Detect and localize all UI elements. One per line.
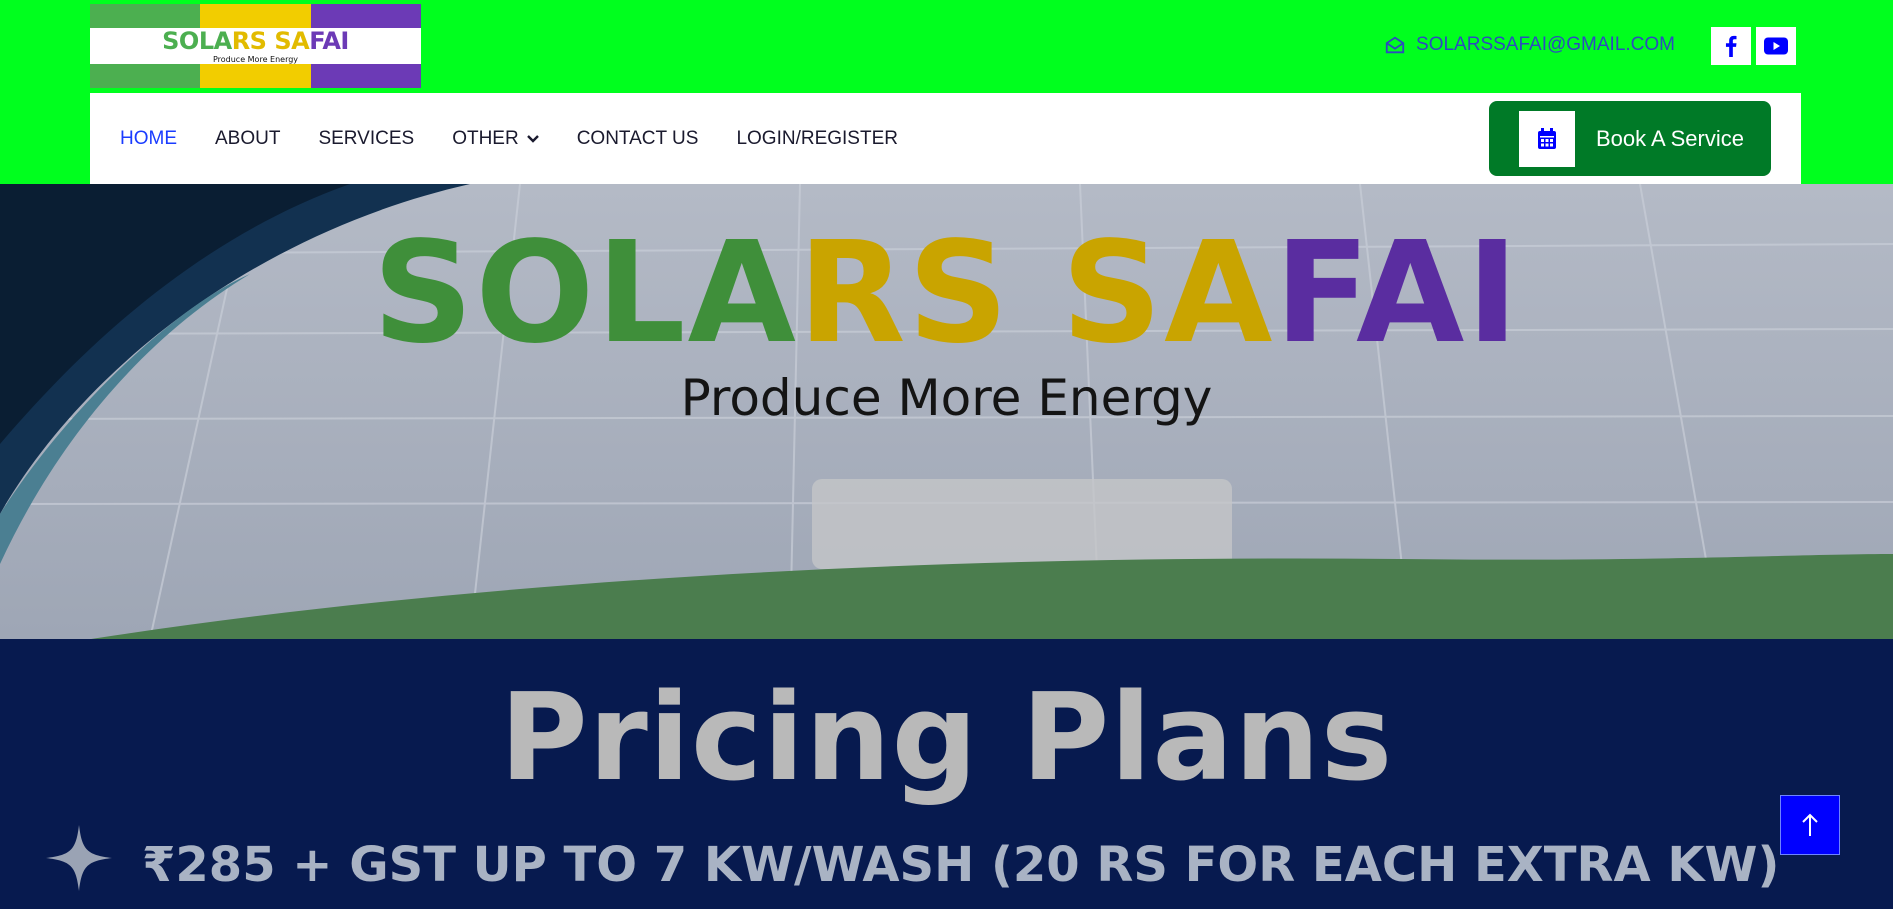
hero-banner: SOLARS SAFAI Produce More Energy: [0, 184, 1893, 639]
book-service-label: Book A Service: [1596, 125, 1744, 151]
book-service-button[interactable]: Book A Service: [1489, 101, 1771, 176]
nav-item-login-register[interactable]: LOGIN/REGISTER: [736, 128, 898, 150]
arrow-up-icon: [1802, 813, 1818, 836]
nav-item-other-label: OTHER: [452, 127, 519, 149]
hero-tagline: Produce More Energy: [680, 369, 1213, 427]
youtube-link[interactable]: [1756, 27, 1796, 65]
logo-wordmark: SOLARS SAFAI: [162, 26, 349, 55]
main-navigation: HOME ABOUT SERVICES OTHER CONTACT US LOG…: [90, 93, 1801, 184]
nav-item-home[interactable]: HOME: [120, 128, 177, 150]
email-text[interactable]: SOLARSSAFAI@GMAIL.COM: [1416, 34, 1675, 56]
envelope-open-icon: [1385, 36, 1405, 54]
logo-color-bar-top: [90, 4, 421, 28]
nav-item-contact-us[interactable]: CONTACT US: [577, 128, 699, 150]
logo-tagline: Produce More Energy: [212, 54, 299, 64]
calendar-icon-box: [1519, 110, 1575, 167]
logo-color-bar-bottom: [90, 64, 421, 88]
site-logo[interactable]: SOLARS SAFAI Produce More Energy: [90, 4, 421, 88]
hero-brand-name: SOLARS SAFAI: [372, 212, 1521, 375]
chevron-down-icon: [526, 135, 539, 143]
top-header: SOLARS SAFAI Produce More Energy SOLARSS…: [0, 0, 1893, 184]
pricing-section: Pricing Plans ₹285 + GST UP TO 7 KW/WASH…: [0, 639, 1893, 909]
facebook-icon: [1725, 35, 1737, 57]
sparkle-icon: [46, 825, 112, 891]
scroll-to-top-button[interactable]: [1780, 795, 1840, 855]
nav-menu: HOME ABOUT SERVICES OTHER CONTACT US LOG…: [120, 93, 898, 184]
nav-item-about[interactable]: ABOUT: [215, 128, 280, 150]
pricing-plan-line: ₹285 + GST UP TO 7 KW/WASH (20 RS FOR EA…: [142, 837, 1780, 893]
nav-item-services[interactable]: SERVICES: [318, 128, 414, 150]
nav-item-other[interactable]: OTHER: [452, 128, 539, 150]
header-email[interactable]: SOLARSSAFAI@GMAIL.COM: [1384, 34, 1675, 56]
youtube-icon: [1764, 37, 1788, 55]
facebook-link[interactable]: [1711, 27, 1751, 65]
pricing-title: Pricing Plans: [499, 669, 1394, 808]
calendar-icon: [1538, 127, 1556, 149]
